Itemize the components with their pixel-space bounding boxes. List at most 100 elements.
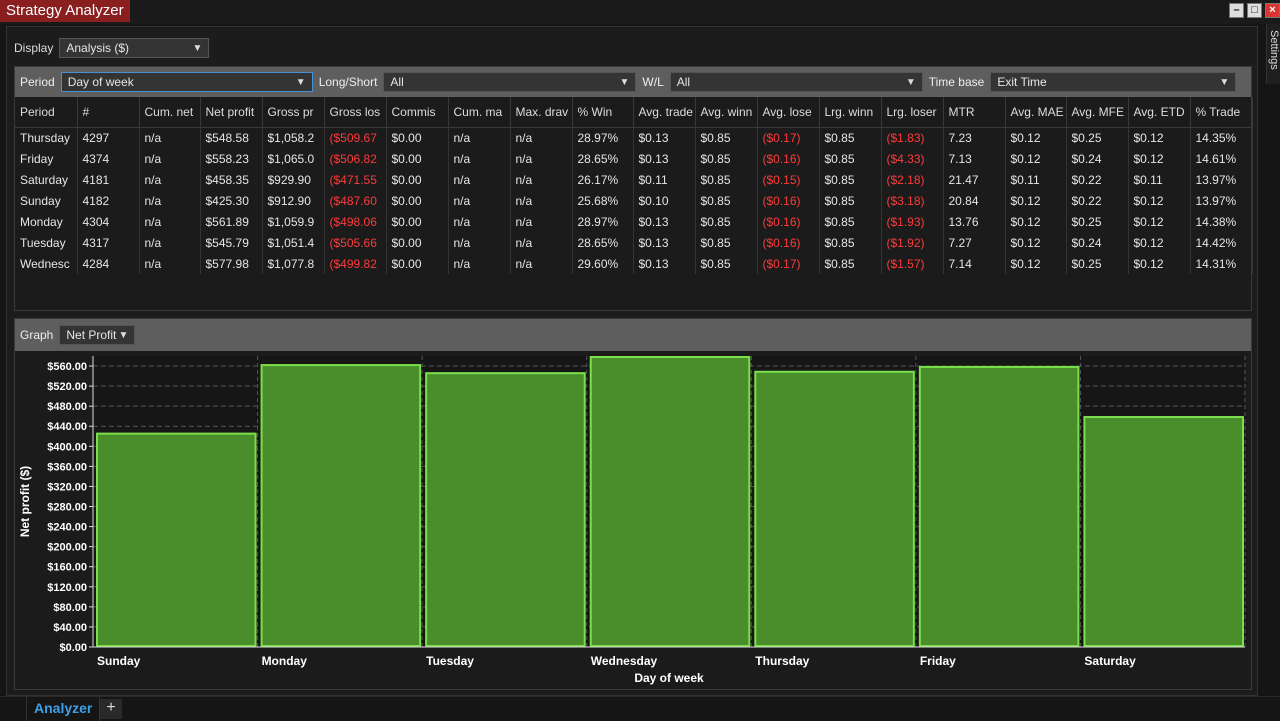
tab-analyzer[interactable]: Analyzer (26, 697, 101, 721)
column-header[interactable]: Net profit (200, 97, 263, 128)
column-header[interactable]: Avg. MAE (1005, 97, 1067, 128)
column-header[interactable]: Max. drav (510, 97, 573, 128)
table-cell: ($1.92) (881, 232, 944, 253)
graph-select[interactable]: Net Profit ▼ (59, 325, 136, 345)
table-cell: ($0.17) (757, 127, 820, 148)
table-cell: $0.85 (819, 190, 882, 211)
table-cell: ($1.57) (881, 253, 944, 274)
table-cell: 4317 (77, 232, 140, 253)
table-row[interactable]: Wednesc 4284 n/a $577.98 $1,077.8 ($499.82 $0.… (15, 253, 1253, 274)
y-tick-label: $40.00 (53, 622, 87, 634)
column-header[interactable]: Cum. ma (448, 97, 511, 128)
column-header[interactable]: MTR (943, 97, 1006, 128)
column-header[interactable]: Avg. ETD (1128, 97, 1191, 128)
table-cell: $0.12 (1005, 232, 1067, 253)
y-tick-label: $520.00 (47, 381, 87, 393)
table-cell: 21.47 (943, 169, 1006, 190)
column-header[interactable]: Avg. MFE (1066, 97, 1129, 128)
table-cell: 4181 (77, 169, 140, 190)
table-cell: $458.35 (200, 169, 263, 190)
table-cell: 28.97% (572, 127, 634, 148)
table-cell: Sunday (15, 190, 78, 211)
column-header[interactable]: Period (15, 97, 78, 128)
table-cell: $0.22 (1066, 169, 1129, 190)
longshort-label: Long/Short (318, 75, 378, 89)
table-cell: n/a (448, 190, 511, 211)
column-header[interactable]: # (77, 97, 140, 128)
table-row[interactable]: Thursday 4297 n/a $548.58 $1,058.2 ($509.67 $0… (15, 127, 1253, 148)
column-header[interactable]: Cum. net (139, 97, 201, 128)
table-row[interactable]: Friday 4374 n/a $558.23 $1,065.0 ($506.82 $0.0… (15, 148, 1253, 169)
table-cell: n/a (510, 190, 573, 211)
table-cell: n/a (510, 211, 573, 232)
column-header[interactable]: Avg. trade (633, 97, 696, 128)
table-cell: n/a (448, 148, 511, 169)
chevron-down-icon: ▼ (619, 76, 630, 88)
graph-label: Graph (20, 328, 54, 342)
chevron-down-icon: ▼ (295, 76, 306, 88)
table-cell: $0.13 (633, 211, 696, 232)
minimize-icon[interactable]: – (1229, 3, 1244, 18)
table-cell: n/a (448, 232, 511, 253)
table-cell: n/a (510, 169, 573, 190)
net-profit-chart: $0.00 $40.00 $80.00 $120.00 $160.00 $200.00 $2… (15, 351, 1251, 689)
column-header[interactable]: % Win (572, 97, 634, 128)
table-cell: $0.11 (1005, 169, 1067, 190)
chevron-down-icon: ▼ (905, 76, 916, 88)
y-tick-label: $560.00 (47, 361, 87, 373)
table-cell: 28.65% (572, 232, 634, 253)
column-header[interactable]: Commis (386, 97, 449, 128)
table-cell: $0.85 (819, 253, 882, 274)
column-header[interactable]: Lrg. loser (881, 97, 944, 128)
longshort-select[interactable]: All ▼ (383, 72, 637, 92)
table-cell: n/a (139, 127, 201, 148)
table-cell: 28.65% (572, 148, 634, 169)
table-cell: Thursday (15, 127, 78, 148)
table-row[interactable]: Tuesday 4317 n/a $545.79 $1,051.4 ($505.66 $0.… (15, 232, 1253, 253)
table-cell: 4284 (77, 253, 140, 274)
bar-thursday (754, 370, 915, 648)
table-cell: $0.00 (386, 127, 449, 148)
table-cell: $0.24 (1066, 232, 1129, 253)
timebase-select[interactable]: Exit Time ▼ (990, 72, 1237, 92)
table-cell: $561.89 (200, 211, 263, 232)
column-header[interactable]: Avg. winn (695, 97, 758, 128)
wl-select[interactable]: All ▼ (669, 72, 923, 92)
settings-side-tab[interactable]: Settings (1266, 24, 1280, 84)
table-cell: 7.14 (943, 253, 1006, 274)
table-row[interactable]: Monday 4304 n/a $561.89 $1,059.9 ($498.06 $0.0… (15, 211, 1253, 232)
graph-panel: Graph Net Profit ▼ $0.00 $40.00 $80.00 $120… (14, 318, 1252, 690)
table-cell: $0.25 (1066, 253, 1129, 274)
y-tick-label: $400.00 (47, 441, 87, 453)
table-cell: ($506.82 (324, 148, 387, 169)
column-header[interactable]: Lrg. winn (819, 97, 882, 128)
close-icon[interactable]: × (1265, 3, 1280, 18)
column-header[interactable]: Gross los (324, 97, 387, 128)
column-header[interactable]: Gross pr (262, 97, 325, 128)
table-cell: n/a (510, 232, 573, 253)
table-cell: n/a (448, 211, 511, 232)
add-tab-button[interactable]: + (100, 699, 122, 719)
column-header[interactable]: % Trade (1190, 97, 1253, 128)
table-cell: Tuesday (15, 232, 78, 253)
table-cell: 4304 (77, 211, 140, 232)
table-cell: ($505.66 (324, 232, 387, 253)
table-cell: n/a (139, 169, 201, 190)
table-cell: $0.24 (1066, 148, 1129, 169)
y-tick-label: $280.00 (47, 502, 87, 514)
table-cell: n/a (448, 127, 511, 148)
table-cell: $577.98 (200, 253, 263, 274)
table-cell: 14.35% (1190, 127, 1253, 148)
display-select[interactable]: Analysis ($) ▼ (59, 38, 210, 58)
table-cell: ($4.33) (881, 148, 944, 169)
table-cell: $0.13 (633, 253, 696, 274)
maximize-icon[interactable]: □ (1247, 3, 1262, 18)
column-header[interactable]: Avg. lose (757, 97, 820, 128)
table-row[interactable]: Sunday 4182 n/a $425.30 $912.90 ($487.60 $0.00… (15, 190, 1253, 211)
table-row[interactable]: Saturday 4181 n/a $458.35 $929.90 ($471.55 $0.… (15, 169, 1253, 190)
bar-tuesday (425, 372, 586, 648)
table-cell: ($509.67 (324, 127, 387, 148)
period-select[interactable]: Day of week ▼ (60, 72, 313, 92)
table-cell: $558.23 (200, 148, 263, 169)
table-cell: 7.23 (943, 127, 1006, 148)
